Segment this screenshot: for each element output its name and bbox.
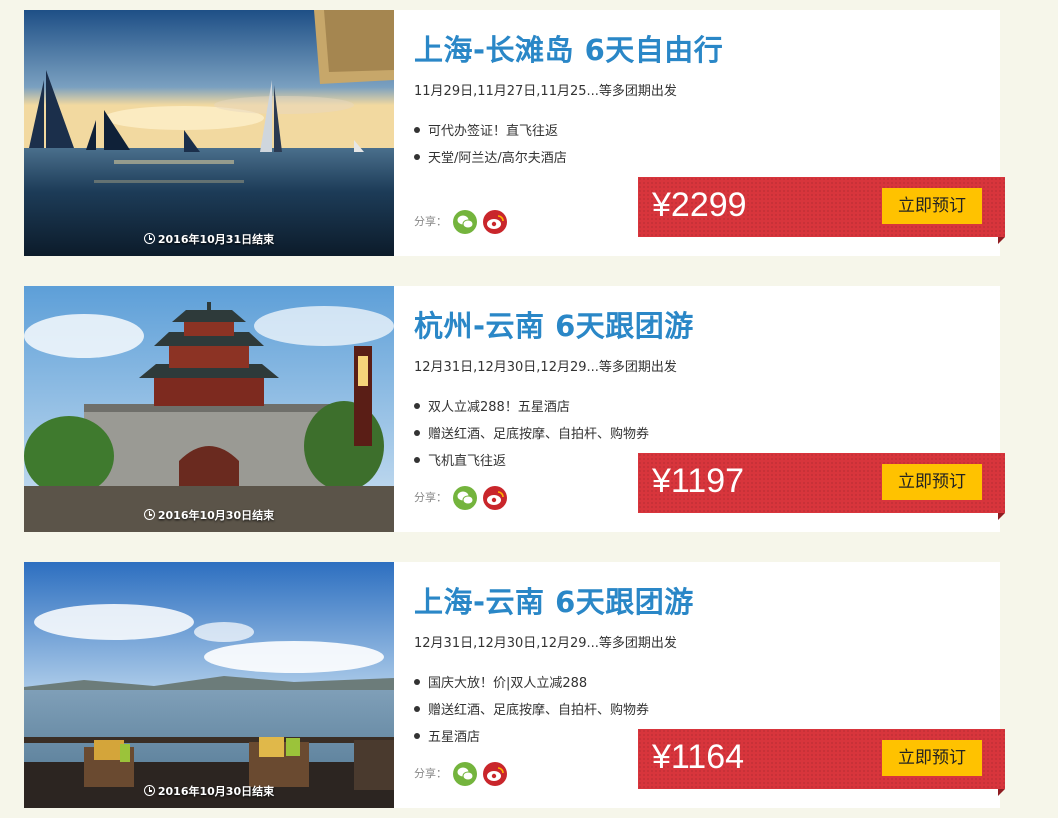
feature-list: 可代办签证！直飞往返 天堂/阿兰达/高尔夫酒店 <box>414 118 567 172</box>
price-bar: ¥1197 立即预订 <box>638 453 1005 520</box>
departure-dates: 12月31日,12月30日,12月29...等多团期出发 <box>414 360 677 375</box>
share-label: 分享： <box>414 767 447 780</box>
share-label: 分享： <box>414 491 447 504</box>
book-now-button[interactable]: 立即预订 <box>882 740 982 776</box>
feature-item: 赠送红酒、足底按摩、自拍杆、购物券 <box>414 697 649 724</box>
departure-dates: 11月29日,11月27日,11月25...等多团期出发 <box>414 84 677 99</box>
feature-item: 可代办签证！直飞往返 <box>414 118 567 145</box>
wechat-share-icon[interactable] <box>453 762 477 786</box>
price-bar: ¥1164 立即预订 <box>638 729 1005 796</box>
departure-dates: 12月31日,12月30日,12月29...等多团期出发 <box>414 636 677 651</box>
feature-item: 天堂/阿兰达/高尔夫酒店 <box>414 145 567 172</box>
tour-title[interactable]: 上海-云南 6天跟团游 <box>414 579 694 621</box>
tour-card: 2016年10月30日结束 杭州-云南 6天跟团游 12月31日,12月30日,… <box>24 286 1005 532</box>
tour-photo-sailboats[interactable]: 2016年10月31日结束 <box>24 10 394 256</box>
end-date: 2016年10月30日结束 <box>24 507 394 523</box>
clock-icon <box>143 509 155 520</box>
price: ¥1164 <box>652 738 745 776</box>
book-now-button[interactable]: 立即预订 <box>882 464 982 500</box>
tour-card: 2016年10月30日结束 上海-云南 6天跟团游 12月31日,12月30日,… <box>24 562 1005 808</box>
share-label: 分享： <box>414 215 447 228</box>
end-date: 2016年10月31日结束 <box>24 231 394 247</box>
share-row: 分享： <box>414 210 513 234</box>
tour-title[interactable]: 上海-长滩岛 6天自由行 <box>414 27 723 69</box>
tour-card: 2016年10月31日结束 上海-长滩岛 6天自由行 11月29日,11月27日… <box>24 10 1005 256</box>
wechat-share-icon[interactable] <box>453 486 477 510</box>
clock-icon <box>143 785 155 796</box>
feature-item: 飞机直飞往返 <box>414 448 649 475</box>
weibo-share-icon[interactable] <box>483 210 507 234</box>
tour-photo-pagoda[interactable]: 2016年10月30日结束 <box>24 286 394 532</box>
weibo-share-icon[interactable] <box>483 486 507 510</box>
tour-photo-lake[interactable]: 2016年10月30日结束 <box>24 562 394 808</box>
wechat-share-icon[interactable] <box>453 210 477 234</box>
feature-list: 国庆大放！价|双人立减288 赠送红酒、足底按摩、自拍杆、购物券 五星酒店 <box>414 670 649 751</box>
tour-title[interactable]: 杭州-云南 6天跟团游 <box>414 303 694 345</box>
price: ¥1197 <box>652 462 745 500</box>
feature-item: 赠送红酒、足底按摩、自拍杆、购物券 <box>414 421 649 448</box>
feature-item: 五星酒店 <box>414 724 649 751</box>
feature-item: 双人立减288！五星酒店 <box>414 394 649 421</box>
end-date: 2016年10月30日结束 <box>24 783 394 799</box>
feature-item: 国庆大放！价|双人立减288 <box>414 670 649 697</box>
feature-list: 双人立减288！五星酒店 赠送红酒、足底按摩、自拍杆、购物券 飞机直飞往返 <box>414 394 649 475</box>
share-row: 分享： <box>414 486 513 510</box>
weibo-share-icon[interactable] <box>483 762 507 786</box>
share-row: 分享： <box>414 762 513 786</box>
price-bar: ¥2299 立即预订 <box>638 177 1005 244</box>
clock-icon <box>143 233 155 244</box>
book-now-button[interactable]: 立即预订 <box>882 188 982 224</box>
price: ¥2299 <box>652 186 747 224</box>
